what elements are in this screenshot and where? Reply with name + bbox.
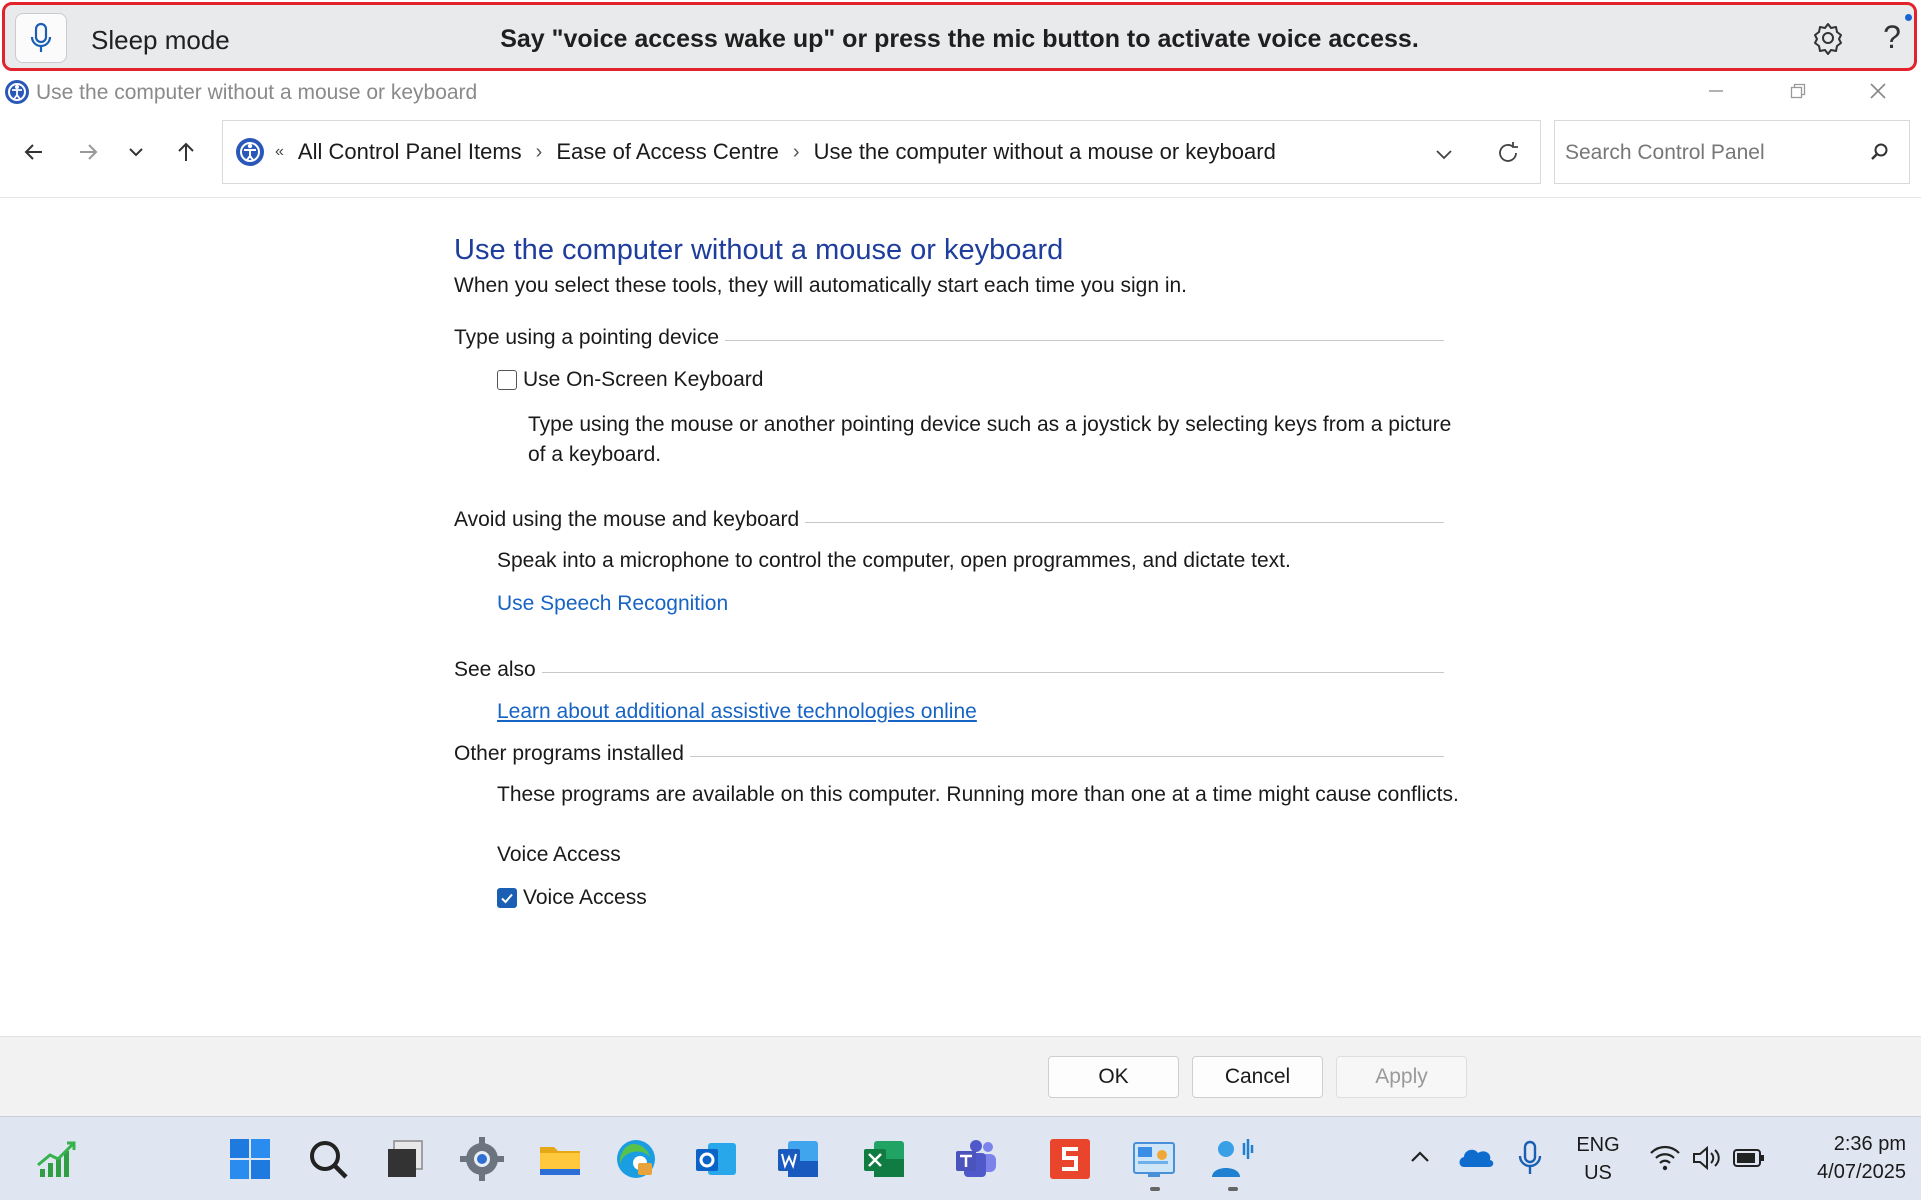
checkbox-label[interactable]: Voice Access xyxy=(523,886,647,910)
section-avoid-mouse-keyboard: Avoid using the mouse and keyboard xyxy=(454,508,1444,538)
voice-access-taskbar-icon[interactable] xyxy=(1208,1135,1256,1183)
page-title: Use the computer without a mouse or keyb… xyxy=(454,234,1064,266)
breadcrumb-separator[interactable]: › xyxy=(536,141,543,164)
navigation-bar: « All Control Panel Items › Ease of Acce… xyxy=(0,118,1921,184)
section-pointing-device: Type using a pointing device xyxy=(454,326,1444,356)
forward-button[interactable] xyxy=(68,132,108,172)
ok-button[interactable]: OK xyxy=(1048,1056,1179,1098)
cancel-button[interactable]: Cancel xyxy=(1192,1056,1323,1098)
dialog-button-bar: OK Cancel Apply xyxy=(0,1036,1921,1116)
minimize-button[interactable] xyxy=(1686,76,1746,106)
use-speech-recognition-link[interactable]: Use Speech Recognition xyxy=(497,592,728,616)
on-screen-keyboard-description: Type using the mouse or another pointing… xyxy=(528,413,1452,466)
voice-access-message: Say "voice access wake up" or press the … xyxy=(500,25,1419,53)
search-icon[interactable] xyxy=(1865,139,1893,167)
taskbar: ENG US 2:36 pm 4/07/2025 xyxy=(0,1116,1921,1200)
checkbox-checked[interactable] xyxy=(497,888,517,908)
chevron-down-icon[interactable] xyxy=(1429,139,1459,169)
file-explorer-icon[interactable] xyxy=(536,1135,584,1183)
arrow-left-icon xyxy=(24,144,42,160)
ease-of-access-icon xyxy=(5,80,29,104)
other-programs-description: These programs are available on this com… xyxy=(497,783,1459,806)
stock-chart-widget-icon[interactable] xyxy=(34,1135,82,1183)
page-subtitle: When you select these tools, they will a… xyxy=(454,274,1188,297)
section-title: Other programs installed xyxy=(454,742,690,766)
divider xyxy=(0,197,1921,198)
clock-date[interactable]: 4/07/2025 xyxy=(1788,1161,1906,1184)
arrow-up-icon xyxy=(178,142,194,161)
battery-icon[interactable] xyxy=(1732,1145,1766,1171)
outlook-icon[interactable] xyxy=(692,1135,740,1183)
breadcrumb-separator[interactable]: › xyxy=(793,141,800,164)
speech-description: Speak into a microphone to control the c… xyxy=(497,549,1291,572)
teams-icon[interactable] xyxy=(952,1135,1000,1183)
chevron-up-icon[interactable] xyxy=(1404,1141,1436,1173)
refresh-icon[interactable] xyxy=(1493,138,1523,168)
section-title: Avoid using the mouse and keyboard xyxy=(454,508,806,532)
back-button[interactable] xyxy=(14,132,54,172)
section-title: See also xyxy=(454,658,542,682)
restore-button[interactable] xyxy=(1768,76,1828,106)
voice-access-checkbox[interactable]: Voice Access xyxy=(497,886,647,910)
running-indicator xyxy=(1150,1187,1160,1191)
minimize-icon xyxy=(1709,90,1723,92)
language-indicator[interactable]: ENG xyxy=(1568,1134,1628,1157)
search-box xyxy=(1554,120,1910,184)
control-panel-taskbar-icon[interactable] xyxy=(1130,1135,1178,1183)
breadcrumb-overflow[interactable]: « xyxy=(275,143,284,161)
checkbox[interactable] xyxy=(497,370,517,390)
notification-dot xyxy=(1905,14,1912,21)
language-region[interactable]: US xyxy=(1568,1162,1628,1185)
windows-start-icon[interactable] xyxy=(226,1135,274,1183)
task-view-icon[interactable] xyxy=(382,1135,430,1183)
excel-icon[interactable] xyxy=(860,1135,908,1183)
help-button[interactable]: ? xyxy=(1877,19,1907,56)
on-screen-keyboard-checkbox[interactable]: Use On-Screen Keyboard xyxy=(497,368,763,392)
section-see-also: See also xyxy=(454,658,1444,688)
assistive-technologies-link[interactable]: Learn about additional assistive technol… xyxy=(497,700,977,724)
search-icon[interactable] xyxy=(304,1135,352,1183)
voice-access-bar: Sleep mode Say "voice access wake up" or… xyxy=(2,2,1917,71)
settings-gear-icon[interactable] xyxy=(458,1135,506,1183)
address-bar[interactable]: « All Control Panel Items › Ease of Acce… xyxy=(222,120,1541,184)
chevron-down-icon xyxy=(129,148,143,157)
search-input[interactable] xyxy=(1565,135,1855,171)
breadcrumb-item-ease-of-access-centre[interactable]: Ease of Access Centre xyxy=(556,139,779,165)
close-button[interactable] xyxy=(1848,76,1908,106)
edge-browser-icon[interactable] xyxy=(612,1135,660,1183)
breadcrumb: « All Control Panel Items › Ease of Acce… xyxy=(275,139,1276,165)
window-title-bar: Use the computer without a mouse or keyb… xyxy=(0,76,1921,108)
settings-gear-icon[interactable] xyxy=(1811,21,1845,55)
window-title: Use the computer without a mouse or keyb… xyxy=(36,81,478,104)
microphone-icon[interactable] xyxy=(1516,1139,1544,1177)
wifi-icon[interactable] xyxy=(1648,1143,1682,1173)
snagit-icon[interactable] xyxy=(1046,1135,1094,1183)
apply-button[interactable]: Apply xyxy=(1336,1056,1467,1098)
onedrive-cloud-icon[interactable] xyxy=(1456,1139,1496,1175)
up-button[interactable] xyxy=(166,132,206,172)
control-panel-icon xyxy=(236,138,264,166)
checkmark-icon xyxy=(501,893,513,904)
breadcrumb-item-current[interactable]: Use the computer without a mouse or keyb… xyxy=(814,139,1276,165)
section-title: Type using a pointing device xyxy=(454,326,726,350)
voice-access-group-label: Voice Access xyxy=(497,843,621,866)
section-other-programs: Other programs installed xyxy=(454,742,1444,772)
checkbox-label[interactable]: Use On-Screen Keyboard xyxy=(523,368,763,392)
running-indicator xyxy=(1228,1187,1238,1191)
word-icon[interactable] xyxy=(774,1135,822,1183)
volume-icon[interactable] xyxy=(1690,1143,1724,1173)
close-icon xyxy=(1870,83,1886,99)
clock-time[interactable]: 2:36 pm xyxy=(1788,1133,1906,1156)
recent-locations-button[interactable] xyxy=(116,132,156,172)
section-divider xyxy=(454,672,1444,673)
restore-icon xyxy=(1790,83,1806,99)
breadcrumb-item-all-control-panel-items[interactable]: All Control Panel Items xyxy=(298,139,522,165)
arrow-right-icon xyxy=(80,144,98,160)
